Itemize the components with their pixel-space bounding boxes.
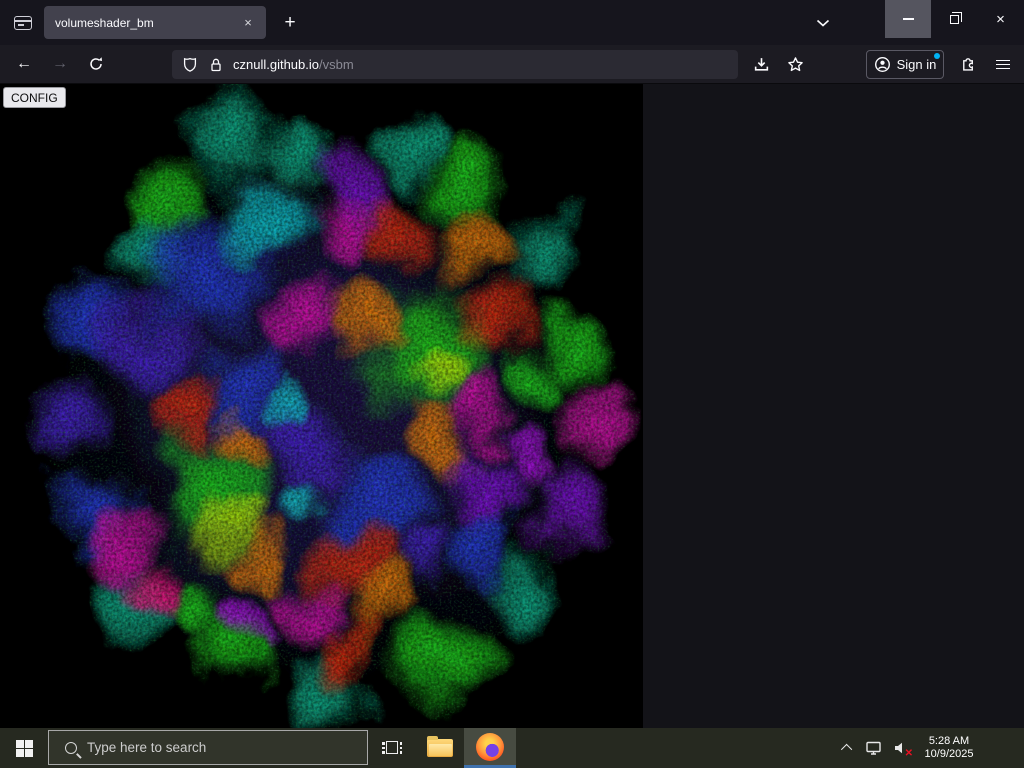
network-tray-button[interactable] bbox=[860, 728, 888, 768]
account-icon bbox=[874, 57, 890, 72]
browser-titlebar: volumeshader_bm × + × bbox=[0, 0, 1024, 45]
reload-icon bbox=[90, 57, 102, 70]
taskbar: ✕ 5:28 AM 10/9/2025 1 bbox=[0, 728, 1024, 768]
close-window-button[interactable]: × bbox=[977, 0, 1024, 38]
search-input[interactable] bbox=[87, 740, 337, 755]
restore-button[interactable] bbox=[931, 0, 977, 38]
forward-button[interactable]: → bbox=[46, 50, 74, 78]
taskbar-search-box[interactable] bbox=[48, 730, 368, 765]
tray-show-hidden-button[interactable] bbox=[836, 728, 860, 768]
clock-time: 5:28 AM bbox=[928, 735, 970, 747]
notification-dot bbox=[934, 53, 940, 59]
close-icon: × bbox=[996, 10, 1005, 28]
chevron-up-icon bbox=[840, 743, 853, 756]
back-button[interactable]: ← bbox=[10, 50, 38, 78]
new-tab-button[interactable]: + bbox=[276, 9, 304, 37]
taskbar-clock[interactable]: 5:28 AM 10/9/2025 bbox=[912, 728, 986, 768]
page-content: CONFIG bbox=[0, 84, 1024, 728]
puzzle-icon bbox=[962, 58, 973, 71]
url-host: cznull.github.io bbox=[233, 57, 319, 72]
app-menu-button[interactable] bbox=[988, 50, 1018, 79]
start-button[interactable] bbox=[0, 728, 48, 768]
minimize-icon bbox=[902, 18, 914, 20]
file-explorer-button[interactable] bbox=[416, 728, 464, 768]
firefox-view-button[interactable] bbox=[8, 10, 38, 36]
task-view-button[interactable] bbox=[368, 728, 416, 768]
clock-date: 10/9/2025 bbox=[924, 748, 974, 760]
config-button[interactable]: CONFIG bbox=[3, 87, 66, 108]
sign-in-button[interactable]: Sign in bbox=[866, 50, 944, 79]
shield-icon[interactable] bbox=[182, 57, 198, 73]
bookmark-button[interactable] bbox=[780, 50, 810, 79]
lock-icon[interactable] bbox=[208, 57, 224, 73]
folder-icon bbox=[427, 736, 453, 757]
chevron-down-icon bbox=[816, 19, 830, 27]
task-view-icon bbox=[382, 740, 402, 756]
url-bar[interactable]: cznull.github.io/vsbm bbox=[172, 50, 738, 79]
tab-close-icon[interactable]: × bbox=[238, 13, 258, 33]
webgl-canvas[interactable]: CONFIG bbox=[0, 84, 643, 728]
restore-icon bbox=[949, 11, 962, 24]
network-icon bbox=[866, 741, 881, 755]
screen: volumeshader_bm × + × ← → cznull.github.… bbox=[0, 0, 1024, 768]
star-icon bbox=[787, 57, 803, 72]
list-all-tabs-button[interactable] bbox=[808, 9, 838, 37]
downloads-button[interactable] bbox=[746, 50, 776, 79]
url-path: /vsbm bbox=[319, 57, 354, 72]
firefox-taskbar-button[interactable] bbox=[464, 728, 516, 768]
minimize-button[interactable] bbox=[885, 0, 931, 38]
search-icon bbox=[65, 741, 77, 754]
tab-title: volumeshader_bm bbox=[55, 15, 154, 30]
download-icon bbox=[754, 58, 768, 71]
fractal-render bbox=[0, 84, 643, 728]
firefox-view-icon bbox=[14, 16, 32, 30]
volume-tray-button[interactable]: ✕ bbox=[888, 728, 914, 768]
firefox-icon bbox=[476, 732, 504, 761]
hamburger-icon bbox=[996, 59, 1010, 70]
windows-logo-icon bbox=[15, 739, 33, 757]
sign-in-label: Sign in bbox=[896, 57, 937, 72]
browser-navbar: ← → cznull.github.io/vsbm Sign in bbox=[0, 45, 1024, 84]
tab-volumeshader[interactable]: volumeshader_bm × bbox=[44, 6, 266, 39]
reload-button[interactable] bbox=[82, 50, 110, 78]
extensions-button[interactable] bbox=[952, 50, 982, 79]
